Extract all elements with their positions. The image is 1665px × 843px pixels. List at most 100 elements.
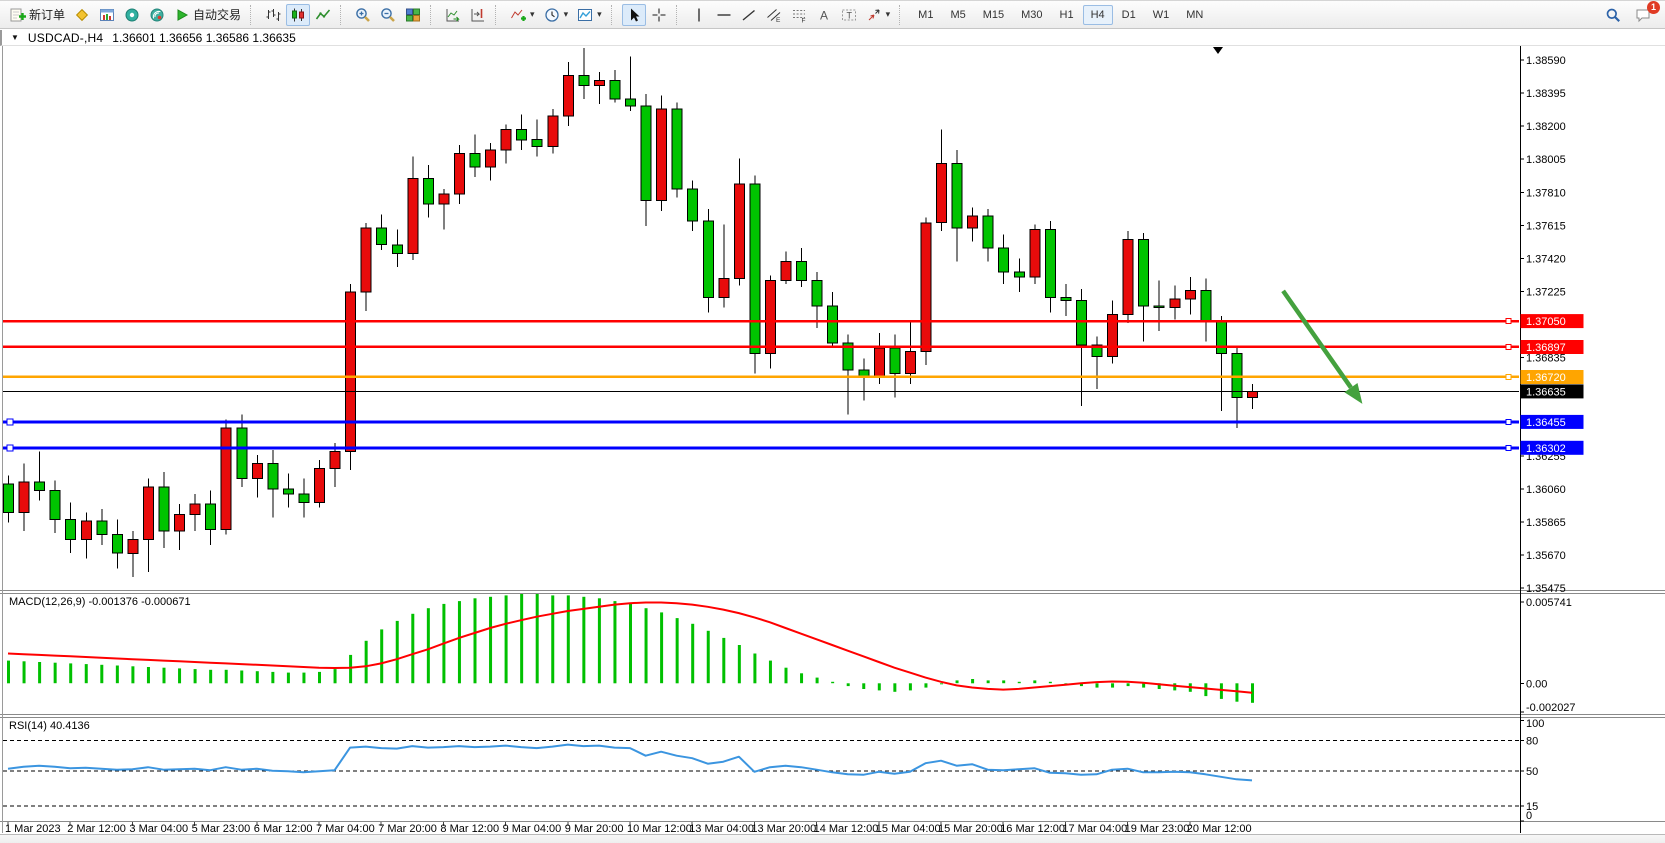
candle-body xyxy=(190,504,200,514)
line-handle[interactable] xyxy=(1506,445,1511,450)
macd-histogram-bar xyxy=(54,663,57,684)
new-order-button[interactable]: 新订单 xyxy=(6,4,69,26)
macd-histogram-bar xyxy=(862,683,865,689)
timeframe-w1-button[interactable]: W1 xyxy=(1145,5,1178,25)
candle-body xyxy=(206,504,216,529)
macd-pane: MACD(12,26,9) -0.001376 -0.000671 xyxy=(7,594,1254,703)
chevron-down-icon[interactable]: ▾ xyxy=(530,9,535,20)
chart-collapse-icon[interactable]: ▼ xyxy=(11,33,19,42)
zoom-out-button[interactable] xyxy=(376,4,400,26)
cursor-button[interactable] xyxy=(622,4,646,26)
candle-chart-button[interactable] xyxy=(286,4,310,26)
line-chart-button[interactable] xyxy=(311,4,335,26)
market-button[interactable] xyxy=(120,4,144,26)
horizontal-line-button[interactable] xyxy=(712,4,736,26)
text-button[interactable]: A xyxy=(812,4,836,26)
chart-region[interactable]: MACD(12,26,9) -0.001376 -0.000671RSI(14)… xyxy=(0,46,1665,834)
chart-ohlc-values: 1.36601 1.36656 1.36586 1.36635 xyxy=(112,31,296,45)
macd-histogram-bar xyxy=(85,664,88,683)
new-order-label: 新订单 xyxy=(29,6,65,23)
price-axis: 1.385901.383951.382001.380051.378101.376… xyxy=(1520,55,1584,822)
chart-shift-icon xyxy=(470,7,486,23)
trend-line-button[interactable] xyxy=(737,4,761,26)
candles xyxy=(4,48,1258,577)
macd-histogram-bar xyxy=(816,678,819,684)
timeframe-m1-button[interactable]: M1 xyxy=(910,5,941,25)
new-chart-button[interactable] xyxy=(95,4,119,26)
auto-scroll-button[interactable] xyxy=(441,4,465,26)
chevron-down-icon[interactable]: ▾ xyxy=(564,9,569,20)
candle-body xyxy=(50,491,60,520)
svg-text:T: T xyxy=(846,10,852,20)
macd-histogram-bar xyxy=(38,662,41,683)
candle-body xyxy=(983,216,993,248)
periods-button[interactable]: ▾ xyxy=(540,4,573,26)
chart-canvas[interactable]: MACD(12,26,9) -0.001376 -0.000671RSI(14)… xyxy=(0,46,1665,834)
macd-histogram-bar xyxy=(100,665,103,683)
equidistant-channel-icon: E xyxy=(766,7,782,23)
search-button[interactable] xyxy=(1601,4,1625,26)
bar-chart-button[interactable] xyxy=(261,4,285,26)
rsi-line xyxy=(8,745,1252,781)
timeframe-m30-button[interactable]: M30 xyxy=(1013,5,1050,25)
timeframe-h4-button[interactable]: H4 xyxy=(1083,5,1113,25)
vertical-line-button[interactable] xyxy=(687,4,711,26)
line-handle[interactable] xyxy=(1506,344,1511,349)
candle-body xyxy=(346,292,356,451)
macd-histogram-bar xyxy=(785,668,788,684)
zoom-in-button[interactable] xyxy=(351,4,375,26)
candle-body xyxy=(377,228,387,245)
macd-histogram-bar xyxy=(800,673,803,683)
price-axis-label: 1.38590 xyxy=(1526,55,1566,67)
chart-shift-marker[interactable] xyxy=(1213,47,1223,54)
autotrade-button[interactable]: 自动交易 xyxy=(170,4,245,26)
candle-body xyxy=(532,140,542,147)
line-handle[interactable] xyxy=(1506,419,1511,424)
indicators-button[interactable]: ▾ xyxy=(506,4,539,26)
timeframe-m15-button[interactable]: M15 xyxy=(975,5,1012,25)
templates-button[interactable]: ▾ xyxy=(573,4,606,26)
timeframe-h1-button[interactable]: H1 xyxy=(1052,5,1082,25)
text-label-button[interactable]: T xyxy=(837,4,861,26)
macd-histogram-bar xyxy=(365,641,368,684)
timeframe-m5-button[interactable]: M5 xyxy=(942,5,973,25)
toolbar-separator xyxy=(340,5,347,25)
candle-body xyxy=(688,189,698,221)
tile-windows-button[interactable] xyxy=(401,4,425,26)
line-handle[interactable] xyxy=(7,445,13,451)
candle-body xyxy=(35,482,45,491)
auto-scroll-icon xyxy=(445,7,461,23)
price-badge: 1.36302 xyxy=(1521,441,1584,455)
candle-body xyxy=(97,521,107,535)
chart-shift-button[interactable] xyxy=(466,4,490,26)
macd-histogram-bar xyxy=(287,673,290,684)
notifications-button[interactable]: 1 xyxy=(1631,4,1655,26)
macd-axis-label: -0.002027 xyxy=(1526,702,1576,714)
crosshair-button[interactable] xyxy=(647,4,671,26)
time-axis-label: 15 Mar 04:00 xyxy=(876,823,941,834)
notification-count-badge: 1 xyxy=(1647,1,1660,14)
chevron-down-icon[interactable]: ▾ xyxy=(597,9,602,20)
text-label-icon: T xyxy=(841,7,857,23)
timeframe-mn-button[interactable]: MN xyxy=(1178,5,1211,25)
periods-icon xyxy=(544,7,560,23)
price-badge-text: 1.36897 xyxy=(1526,342,1566,354)
price-axis-label: 1.36060 xyxy=(1526,484,1566,496)
svg-text:E: E xyxy=(776,17,781,23)
equidistant-channel-button[interactable]: E xyxy=(762,4,786,26)
candle-body xyxy=(594,80,604,85)
candle-body xyxy=(719,279,729,298)
chevron-down-icon[interactable]: ▾ xyxy=(886,9,891,20)
line-handle[interactable] xyxy=(7,419,13,425)
fibonacci-retracement-button[interactable]: F xyxy=(787,4,811,26)
line-chart-icon xyxy=(315,7,331,23)
line-handle[interactable] xyxy=(1506,374,1511,379)
signals-button[interactable] xyxy=(145,4,169,26)
arrows-tool-button[interactable]: ▾ xyxy=(862,4,895,26)
time-axis-label: 6 Mar 12:00 xyxy=(254,823,313,834)
line-handle[interactable] xyxy=(1506,319,1511,324)
metaeditor-button[interactable] xyxy=(70,4,94,26)
svg-text:F: F xyxy=(801,17,805,23)
candle-body xyxy=(1154,306,1164,308)
timeframe-d1-button[interactable]: D1 xyxy=(1114,5,1144,25)
